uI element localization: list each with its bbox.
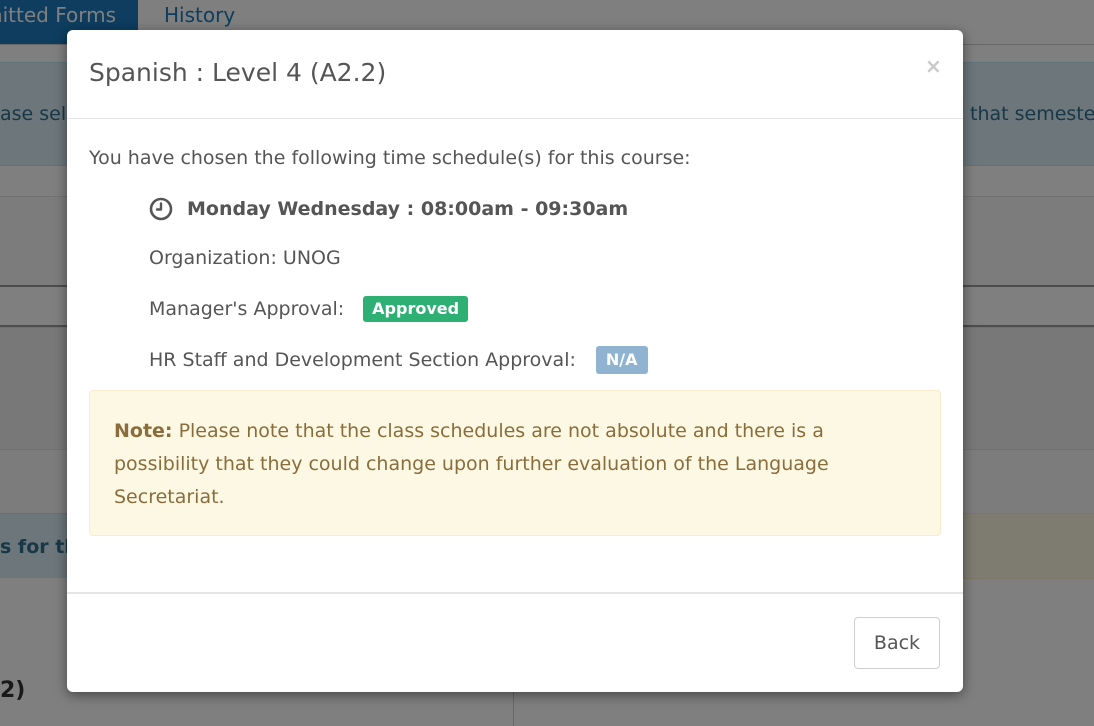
schedule-row: Monday Wednesday : 08:00am - 09:30am	[149, 197, 628, 221]
hr-approval-label: HR Staff and Development Section Approva…	[149, 349, 576, 371]
note-text: Please note that the class schedules are…	[114, 420, 829, 508]
clock-icon	[149, 197, 173, 221]
modal-header: Spanish : Level 4 (A2.2) ×	[67, 30, 963, 119]
schedule-text: Monday Wednesday : 08:00am - 09:30am	[187, 198, 629, 220]
note-alert: Note: Please note that the class schedul…	[89, 390, 941, 536]
hr-approval-row: HR Staff and Development Section Approva…	[149, 346, 648, 374]
manager-approval-row: Manager's Approval: Approved	[149, 296, 469, 322]
hr-approval-badge: N/A	[595, 346, 648, 374]
manager-approval-label: Manager's Approval:	[149, 298, 345, 320]
back-button[interactable]: Back	[854, 617, 940, 669]
manager-approval-badge: Approved	[363, 296, 469, 322]
note-label: Note:	[114, 420, 173, 442]
intro-text: You have chosen the following time sched…	[89, 147, 691, 169]
modal-footer: Back	[67, 592, 963, 694]
schedule-modal: Spanish : Level 4 (A2.2) × You have chos…	[67, 30, 963, 692]
modal-title: Spanish : Level 4 (A2.2)	[89, 58, 387, 87]
organization-text: Organization: UNOG	[149, 247, 341, 269]
close-button[interactable]: ×	[925, 56, 942, 76]
